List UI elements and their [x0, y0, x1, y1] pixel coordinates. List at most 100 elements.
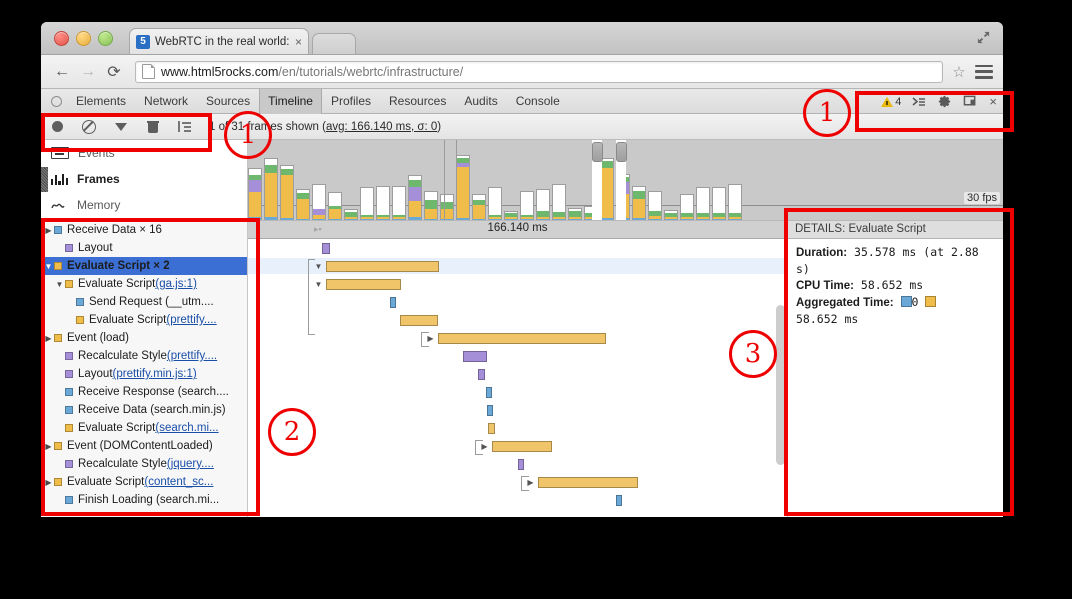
frames-overview-chart[interactable]: 30 fps	[248, 140, 1003, 220]
tree-row-label: Event (DOMContentLoaded)	[67, 440, 213, 452]
tab-network[interactable]: Network	[135, 89, 197, 114]
tree-row[interactable]: Layout (prettify.min.js:1)	[41, 365, 247, 383]
tree-row[interactable]: Recalculate Style (jquery....	[41, 455, 247, 473]
category-color-swatch	[65, 370, 73, 378]
tab-profiles[interactable]: Profiles	[322, 89, 380, 114]
tree-row-source-link[interactable]: (jquery....	[167, 458, 214, 470]
address-bar[interactable]: www.html5rocks.com/en/tutorials/webrtc/i…	[135, 61, 943, 83]
tree-row[interactable]: ▼Evaluate Script (ga.js:1)	[41, 275, 247, 293]
waterfall-bar[interactable]	[463, 351, 487, 362]
overview-window-edge[interactable]	[592, 140, 602, 220]
tree-row[interactable]: Receive Data (search.min.js)	[41, 401, 247, 419]
tree-row[interactable]: Recalculate Style (prettify....	[41, 347, 247, 365]
tree-twisty-icon[interactable]: ▶	[43, 226, 54, 235]
tree-row[interactable]: Finish Loading (search.mi...	[41, 491, 247, 509]
page-info-icon[interactable]	[142, 64, 155, 79]
record-button[interactable]	[41, 114, 73, 140]
console-drawer-icon[interactable]	[912, 96, 926, 108]
overview-row-label: Events	[78, 146, 115, 160]
tree-row-source-link[interactable]: (ga.js:1)	[155, 278, 197, 290]
waterfall-bar[interactable]	[326, 279, 401, 290]
menu-icon[interactable]	[975, 65, 993, 79]
bookmark-star-icon[interactable]: ☆	[949, 62, 969, 82]
tree-row-source-link[interactable]: (prettify....	[167, 350, 217, 362]
fullscreen-icon[interactable]	[976, 30, 991, 45]
garbage-collect-button[interactable]	[137, 114, 169, 140]
waterfall-bar[interactable]	[538, 477, 638, 488]
tree-row[interactable]: ▶Evaluate Script (content_sc...	[41, 473, 247, 491]
tree-row-source-link[interactable]: (prettify.min.js:1)	[113, 368, 197, 380]
tree-row[interactable]: Evaluate Script (search.mi...	[41, 419, 247, 437]
tree-row-source-link[interactable]: (content_sc...	[144, 476, 213, 488]
waterfall-canvas[interactable]: ▼▼▶▶▶	[248, 239, 787, 517]
waterfall-bar[interactable]	[478, 369, 485, 380]
waterfall-scrollbar[interactable]	[776, 305, 785, 465]
waterfall-bar[interactable]	[486, 387, 492, 398]
tree-twisty-icon[interactable]: ▶	[43, 442, 54, 451]
tab-sources[interactable]: Sources	[197, 89, 259, 114]
inspect-element-icon[interactable]	[45, 90, 67, 112]
overview-window-edge[interactable]	[616, 140, 626, 220]
overview-row-events[interactable]: Events	[41, 140, 247, 166]
overview-row-frames[interactable]: Frames	[41, 166, 247, 192]
tree-twisty-icon[interactable]: ▶	[43, 478, 54, 487]
tab-console[interactable]: Console	[507, 89, 569, 114]
waterfall-bar[interactable]	[438, 333, 606, 344]
overview-row-memory[interactable]: Memory	[41, 192, 247, 218]
close-window-button[interactable]	[54, 31, 69, 46]
window-controls[interactable]	[54, 31, 113, 46]
frames-avg-link[interactable]: avg: 166.140 ms, σ: 0	[326, 121, 437, 133]
browser-tab[interactable]: 5 WebRTC in the real world: ×	[129, 28, 309, 54]
category-color-swatch	[54, 442, 62, 450]
waterfall-bar[interactable]	[400, 315, 438, 326]
waterfall-bar[interactable]	[487, 405, 493, 416]
waterfall-bar[interactable]	[322, 243, 330, 254]
tree-row[interactable]: ▶Event (load)	[41, 329, 247, 347]
tree-row[interactable]: Send Request (__utm....	[41, 293, 247, 311]
dock-icon[interactable]	[963, 95, 978, 108]
waterfall-bar[interactable]	[518, 459, 524, 470]
waterfall-twisty-icon[interactable]: ▼	[314, 262, 323, 271]
filter-button[interactable]	[105, 114, 137, 140]
waterfall-bar[interactable]	[492, 441, 552, 452]
overview-window-grip[interactable]	[616, 142, 627, 162]
tree-row-source-link[interactable]: (prettify....	[166, 314, 216, 326]
forward-icon[interactable]: →	[77, 61, 99, 83]
waterfall-bar[interactable]	[616, 495, 622, 506]
tree-row[interactable]: Layout	[41, 239, 247, 257]
timeline-waterfall[interactable]: ▸▪ 166.140 ms ▼▼▶▶▶	[248, 221, 787, 517]
tree-row[interactable]: ▶Receive Data × 16	[41, 221, 247, 239]
clear-button[interactable]	[73, 114, 105, 140]
tree-row[interactable]: ▶ Event (DOMContentLoaded)	[41, 437, 247, 455]
warning-count-badge[interactable]: 4	[881, 96, 901, 108]
tab-resources[interactable]: Resources	[380, 89, 455, 114]
timeline-tree-panel[interactable]: ▶Receive Data × 16Layout▼Evaluate Script…	[41, 221, 248, 517]
tree-row-label: Receive Data (search.min.js)	[78, 404, 226, 416]
tree-row-source-link[interactable]: (search.mi...	[155, 422, 218, 434]
waterfall-twisty-icon[interactable]: ▼	[314, 280, 323, 289]
new-tab-button[interactable]	[312, 33, 356, 54]
tab-audits[interactable]: Audits	[455, 89, 506, 114]
tab-elements[interactable]: Elements	[67, 89, 135, 114]
close-devtools-icon[interactable]: ×	[989, 94, 997, 109]
frame-bar-segment-scripting	[249, 192, 261, 218]
gear-icon[interactable]	[937, 94, 952, 109]
waterfall-bar[interactable]	[488, 423, 495, 434]
minimize-window-button[interactable]	[76, 31, 91, 46]
back-icon[interactable]: ←	[51, 61, 73, 83]
waterfall-bar[interactable]	[390, 297, 396, 308]
view-mode-button[interactable]	[169, 114, 201, 140]
tab-timeline[interactable]: Timeline	[259, 89, 322, 114]
waterfall-bar[interactable]	[326, 261, 439, 272]
tree-row[interactable]: Receive Response (search....	[41, 383, 247, 401]
tree-twisty-icon[interactable]: ▶	[43, 334, 54, 343]
tree-row[interactable]: ▼Evaluate Script × 2	[41, 257, 247, 275]
overview-window-grip[interactable]	[592, 142, 603, 162]
close-icon[interactable]: ×	[295, 35, 302, 49]
tree-twisty-icon[interactable]: ▼	[43, 262, 54, 271]
resize-handle[interactable]	[41, 167, 48, 192]
tree-row[interactable]: Evaluate Script (prettify....	[41, 311, 247, 329]
reload-icon[interactable]: ⟳	[103, 61, 125, 83]
maximize-window-button[interactable]	[98, 31, 113, 46]
tree-twisty-icon[interactable]: ▼	[54, 280, 65, 289]
